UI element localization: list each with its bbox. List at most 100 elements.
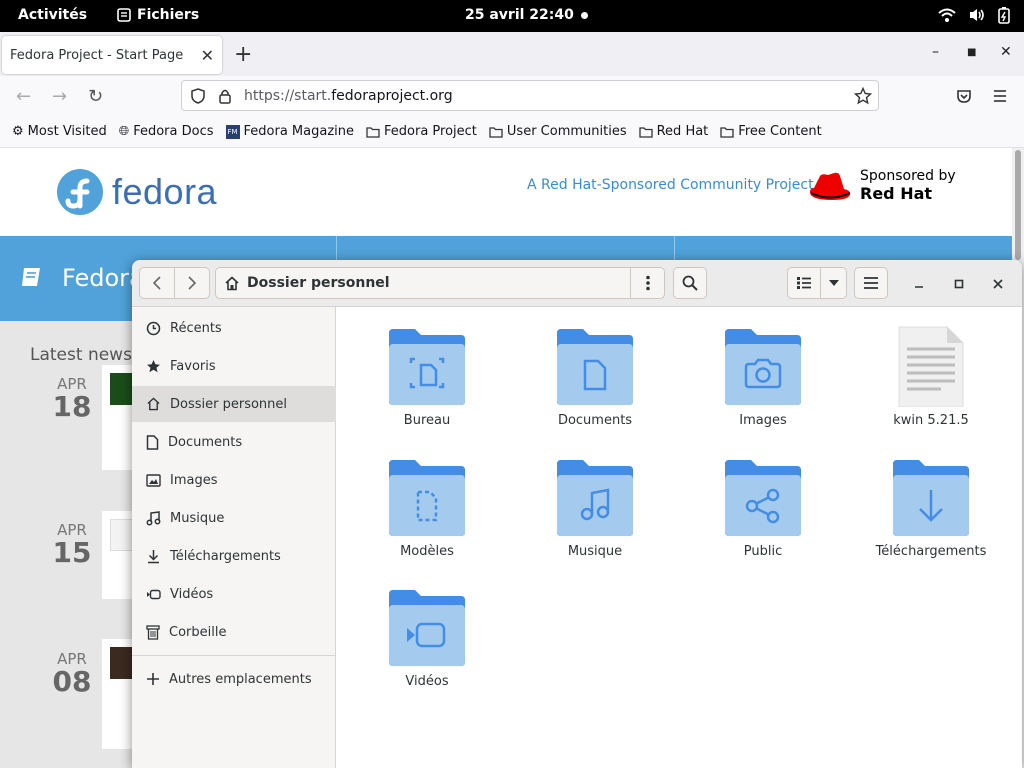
main-menu-button[interactable] xyxy=(854,267,888,299)
file-kwin[interactable]: kwin 5.21.5 xyxy=(847,323,1015,428)
bookmark-most-visited[interactable]: ⚙ Most Visited xyxy=(12,124,107,139)
share-folder-icon xyxy=(725,460,801,536)
file-label: Vidéos xyxy=(405,674,449,689)
bookmark-red-hat[interactable]: Red Hat xyxy=(638,124,708,139)
book-icon xyxy=(22,268,40,286)
lock-icon[interactable] xyxy=(218,88,232,104)
sidebar-item-documents[interactable]: Documents xyxy=(132,424,336,460)
close-tab-icon[interactable]: ✕ xyxy=(201,46,214,65)
tagline-link[interactable]: A Red Hat-Sponsored Community Project xyxy=(527,177,814,193)
bookmark-label: Free Content xyxy=(738,124,822,139)
places-sidebar: Récents Favoris Dossier personnel Docume… xyxy=(132,307,336,768)
minimize-icon[interactable]: – xyxy=(932,44,939,60)
text-file-icon xyxy=(898,326,964,407)
minimize-icon[interactable] xyxy=(907,272,931,296)
fedora-logo[interactable]: fedora xyxy=(56,168,217,216)
tab-strip: Fedora Project - Start Page ✕ + – ■ ✕ xyxy=(0,32,1024,76)
sidebar-item-videos[interactable]: Vidéos xyxy=(132,576,336,612)
sidebar-item-trash[interactable]: Corbeille xyxy=(132,614,336,650)
sidebar-item-starred[interactable]: Favoris xyxy=(132,348,336,384)
forward-icon[interactable]: → xyxy=(52,86,67,107)
bookmark-fedora-docs[interactable]: 🌐︎ Fedora Docs xyxy=(119,124,214,139)
news-thumbnail xyxy=(110,519,134,551)
chevron-left-icon xyxy=(152,276,161,290)
sidebar-item-home[interactable]: Dossier personnel xyxy=(132,386,336,422)
sidebar-separator xyxy=(132,655,336,656)
activities-button[interactable]: Activités xyxy=(18,7,87,23)
new-tab-icon[interactable]: + xyxy=(234,42,252,67)
battery-icon xyxy=(998,7,1010,24)
url-bar[interactable]: https://start. fedoraproject.org xyxy=(181,80,879,111)
pocket-icon[interactable] xyxy=(956,88,972,104)
videos-folder-icon xyxy=(389,590,465,666)
sidebar-label: Corbeille xyxy=(169,624,227,640)
folder-public[interactable]: Public xyxy=(679,458,847,559)
folder-images[interactable]: Images xyxy=(679,327,847,428)
forward-button[interactable] xyxy=(174,267,210,299)
folder-icon xyxy=(489,126,503,138)
file-label: Modèles xyxy=(400,544,454,559)
back-icon[interactable]: ← xyxy=(16,86,31,107)
sidebar-item-recent[interactable]: Récents xyxy=(132,310,336,346)
sidebar-label: Images xyxy=(170,472,218,488)
bookmark-label: Fedora Magazine xyxy=(243,124,355,139)
folder-musique[interactable]: Musique xyxy=(511,458,679,559)
sidebar-label: Dossier personnel xyxy=(170,396,288,412)
file-label: Documents xyxy=(557,413,633,428)
tab-fedora-start[interactable]: Fedora Project - Start Page ✕ xyxy=(2,36,222,74)
bookmark-free-content[interactable]: Free Content xyxy=(720,124,822,139)
redhat-sponsor-logo[interactable]: Sponsored by Red Hat xyxy=(806,168,956,204)
hamburger-menu-icon[interactable] xyxy=(992,88,1008,104)
shield-icon[interactable] xyxy=(190,88,206,104)
close-window-icon[interactable]: ✕ xyxy=(1000,44,1012,60)
bookmark-fedora-magazine[interactable]: FM Fedora Magazine xyxy=(225,124,355,139)
files-window: Dossier personnel Récents Favoris Dossie… xyxy=(132,260,1022,768)
sidebar-item-pictures[interactable]: Images xyxy=(132,462,336,498)
system-tray[interactable] xyxy=(938,6,1010,24)
folder-icon xyxy=(366,126,380,138)
path-menu-button[interactable] xyxy=(630,268,664,298)
folder-modeles[interactable]: Modèles xyxy=(343,458,511,559)
wifi-icon xyxy=(938,8,956,22)
search-button[interactable] xyxy=(673,267,707,299)
clock[interactable]: 25 avril 22:40 xyxy=(465,7,574,23)
chevron-right-icon xyxy=(188,276,197,290)
fedora-infinity-icon xyxy=(57,169,103,215)
list-view-button[interactable] xyxy=(787,267,821,299)
back-button[interactable] xyxy=(139,267,175,299)
view-options-button[interactable] xyxy=(820,267,847,299)
reload-icon[interactable]: ↻ xyxy=(88,86,103,107)
url-prefix: https://start. xyxy=(244,87,332,104)
downloads-folder-icon xyxy=(893,460,969,536)
maximize-icon[interactable] xyxy=(947,272,971,296)
bookmark-star-icon[interactable] xyxy=(854,87,872,105)
file-label: Public xyxy=(743,544,783,559)
bookmark-label: User Communities xyxy=(506,124,627,139)
bookmark-user-communities[interactable]: User Communities xyxy=(489,124,627,139)
documents-folder-icon xyxy=(557,329,633,405)
url-host: fedoraproject.org xyxy=(331,87,453,104)
app-menu[interactable]: Fichiers xyxy=(117,7,199,23)
sidebar-item-other-locations[interactable]: Autres emplacements xyxy=(132,661,336,697)
path-bar[interactable]: Dossier personnel xyxy=(215,267,665,299)
plus-icon xyxy=(147,673,159,685)
sidebar-item-music[interactable]: Musique xyxy=(132,500,336,536)
desktop-folder-icon xyxy=(389,329,465,405)
file-label: Téléchargements xyxy=(875,544,987,559)
file-label: Musique xyxy=(567,544,623,559)
gear-icon: ⚙ xyxy=(12,124,24,139)
sidebar-item-downloads[interactable]: Téléchargements xyxy=(132,538,336,574)
folder-telechargements[interactable]: Téléchargements xyxy=(847,458,1015,559)
maximize-icon[interactable]: ■ xyxy=(967,47,976,58)
bookmark-fedora-project[interactable]: Fedora Project xyxy=(366,124,477,139)
document-icon xyxy=(146,434,159,450)
download-icon xyxy=(148,549,159,563)
templates-folder-icon xyxy=(389,460,465,536)
scroll-thumb[interactable] xyxy=(1015,150,1021,260)
folder-documents[interactable]: Documents xyxy=(511,327,679,428)
folder-bureau[interactable]: Bureau xyxy=(343,327,511,428)
close-window-icon[interactable] xyxy=(986,272,1010,296)
pictures-folder-icon xyxy=(725,329,801,405)
top-bar: Activités Fichiers 25 avril 22:40 xyxy=(0,0,1024,32)
folder-videos[interactable]: Vidéos xyxy=(343,588,511,689)
